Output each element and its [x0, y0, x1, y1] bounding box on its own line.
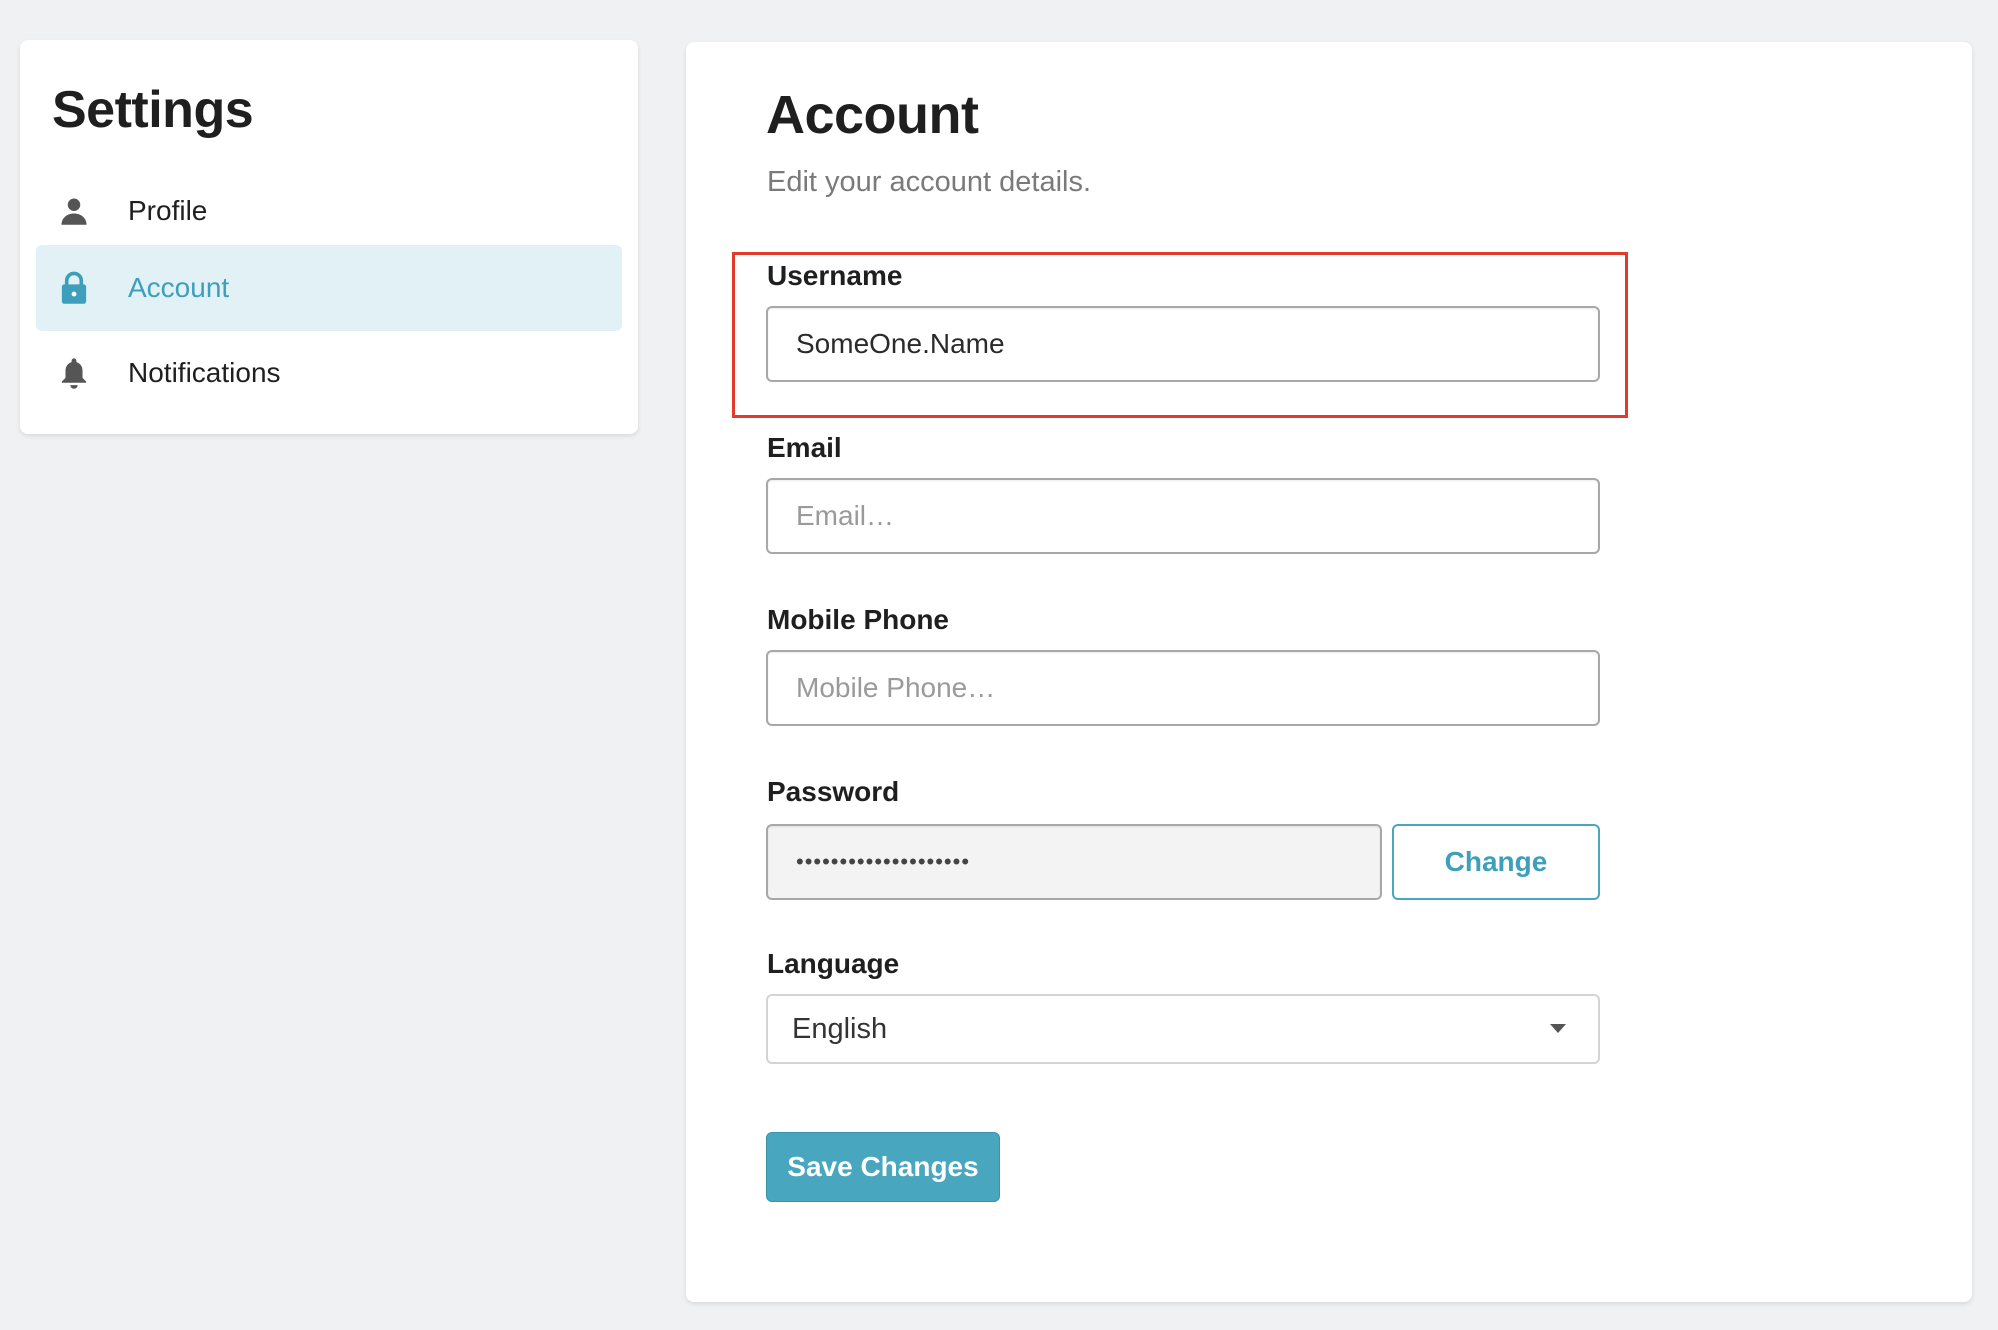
sidebar-item-label: Profile — [128, 195, 208, 226]
page-subtitle: Edit your account details. — [767, 166, 1092, 198]
chevron-down-icon — [1550, 1024, 1566, 1033]
account-panel: Account Edit your account details. Usern… — [686, 42, 1972, 1302]
sidebar-item-notifications[interactable]: Notifications — [36, 330, 622, 416]
lock-icon — [54, 268, 94, 308]
email-label: Email — [767, 432, 842, 463]
language-label: Language — [767, 948, 900, 979]
bell-icon — [54, 353, 94, 393]
settings-sidebar: Settings Profile Account Notifications — [20, 40, 638, 434]
sidebar-item-profile[interactable]: Profile — [36, 168, 622, 254]
username-input[interactable] — [766, 306, 1600, 382]
language-selected-value: English — [792, 1012, 888, 1045]
page-title: Account — [766, 85, 979, 145]
sidebar-item-account[interactable]: Account — [36, 245, 622, 331]
mobile-phone-input[interactable] — [766, 650, 1600, 726]
mobile-phone-label: Mobile Phone — [767, 604, 949, 635]
save-changes-button[interactable]: Save Changes — [766, 1132, 1000, 1202]
email-input[interactable] — [766, 478, 1600, 554]
password-field: •••••••••••••••••••• — [766, 824, 1382, 900]
language-select[interactable]: English — [766, 994, 1600, 1064]
sidebar-item-label: Notifications — [128, 357, 281, 388]
change-password-button[interactable]: Change — [1392, 824, 1600, 900]
sidebar-item-label: Account — [128, 272, 230, 303]
username-label: Username — [767, 260, 903, 291]
sidebar-title: Settings — [52, 81, 254, 139]
person-icon — [54, 191, 94, 231]
password-label: Password — [767, 776, 900, 807]
